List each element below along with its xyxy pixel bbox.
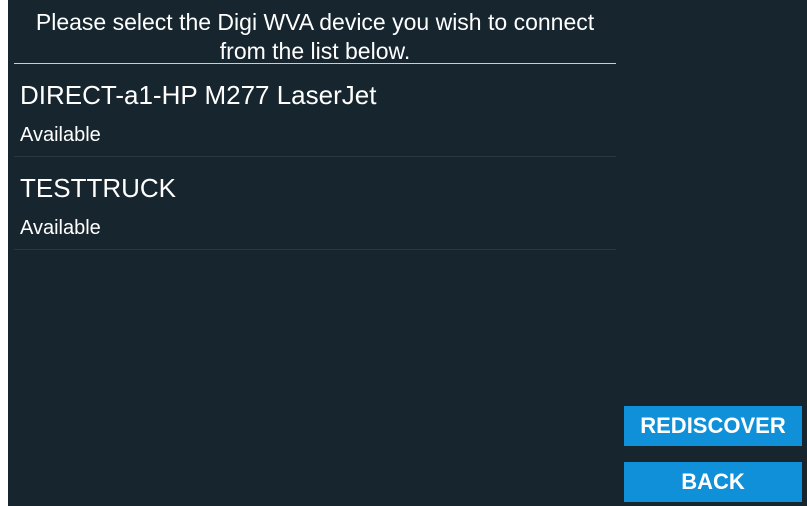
back-button[interactable]: BACK [624,462,802,502]
device-status: Available [20,124,101,146]
device-list: DIRECT-a1-HP M277 LaserJet Available TES… [14,64,616,250]
rediscover-button[interactable]: REDISCOVER [624,406,802,446]
device-name: TESTTRUCK [20,173,176,203]
device-item-testtruck[interactable]: TESTTRUCK Available [14,157,616,250]
device-list-panel: Please select the Digi WVA device you wi… [14,0,616,506]
device-selection-screen: Please select the Digi WVA device you wi… [8,0,807,506]
instructions-text: Please select the Digi WVA device you wi… [14,0,616,64]
device-item-direct-a1-hp[interactable]: DIRECT-a1-HP M277 LaserJet Available [14,64,616,157]
device-name: DIRECT-a1-HP M277 LaserJet [20,80,377,110]
device-status: Available [20,217,101,239]
